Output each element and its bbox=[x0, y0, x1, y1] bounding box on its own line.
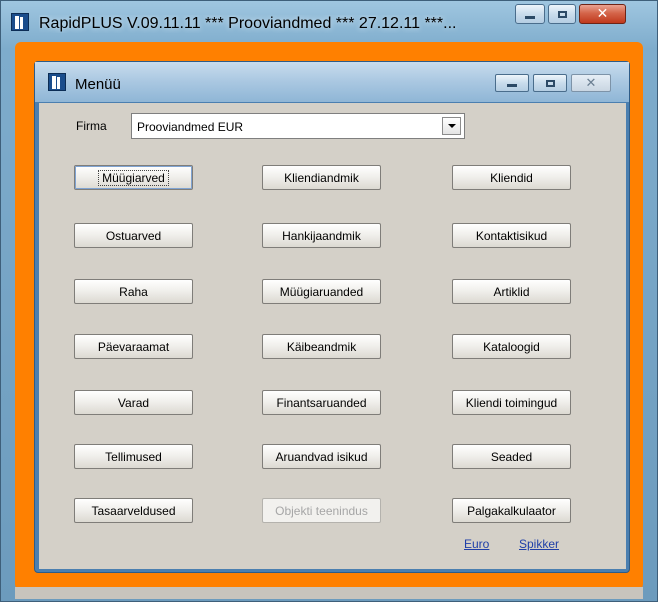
close-button[interactable]: ✕ bbox=[579, 4, 626, 24]
maximize-icon bbox=[557, 10, 567, 18]
maximize-icon bbox=[545, 79, 555, 87]
raha-button[interactable]: Raha bbox=[74, 279, 193, 304]
spikker-link[interactable]: Spikker bbox=[519, 537, 559, 551]
button-label: Müügiarved bbox=[98, 169, 169, 186]
seaded-button[interactable]: Seaded bbox=[452, 444, 571, 469]
firma-label: Firma bbox=[76, 119, 107, 133]
kliendi-toimingud-button[interactable]: Kliendi toimingud bbox=[452, 390, 571, 415]
button-label: Päevaraamat bbox=[97, 339, 170, 354]
menu-title: Menüü bbox=[75, 76, 121, 93]
button-label: Ostuarved bbox=[105, 228, 162, 243]
aruandvad-isikud-button[interactable]: Aruandvad isikud bbox=[262, 444, 381, 469]
artiklid-button[interactable]: Artiklid bbox=[452, 279, 571, 304]
button-label: Varad bbox=[117, 395, 150, 410]
button-label: Tellimused bbox=[105, 449, 162, 464]
button-label: Aruandvad isikud bbox=[275, 449, 368, 464]
muugiaruanded-button[interactable]: Müügiaruanded bbox=[262, 279, 381, 304]
ostuarved-button[interactable]: Ostuarved bbox=[74, 223, 193, 248]
button-label: Kliendi toimingud bbox=[465, 395, 558, 410]
kliendid-button[interactable]: Kliendid bbox=[452, 165, 571, 190]
button-label: Kliendid bbox=[490, 170, 533, 185]
kaibeandmik-button[interactable]: Käibeandmik bbox=[262, 334, 381, 359]
app-window: RapidPLUS V.09.11.11 *** Prooviandmed **… bbox=[0, 0, 658, 602]
close-icon: ✕ bbox=[585, 75, 597, 91]
button-label: Finantsaruanded bbox=[276, 395, 367, 410]
button-label: Kataloogid bbox=[483, 339, 540, 354]
objekti-teenindus-button: Objekti teenindus bbox=[262, 498, 381, 523]
menu-minimize-button[interactable] bbox=[495, 74, 529, 92]
button-label: Raha bbox=[119, 284, 148, 299]
tellimused-button[interactable]: Tellimused bbox=[74, 444, 193, 469]
dropdown-arrow-button[interactable] bbox=[442, 117, 461, 135]
varad-button[interactable]: Varad bbox=[74, 390, 193, 415]
button-label: Hankijaandmik bbox=[282, 228, 361, 243]
button-label: Kontaktisikud bbox=[475, 228, 548, 243]
kliendiandmik-button[interactable]: Kliendiandmik bbox=[262, 165, 381, 190]
button-label: Artiklid bbox=[493, 284, 530, 299]
muugiarved-button[interactable]: Müügiarved bbox=[74, 165, 193, 190]
rapidplus-logo-icon bbox=[48, 73, 66, 91]
status-strip bbox=[15, 587, 643, 599]
chevron-down-icon bbox=[447, 124, 456, 128]
kontaktisikud-button[interactable]: Kontaktisikud bbox=[452, 223, 571, 248]
menu-titlebar[interactable]: Menüü ✕ bbox=[35, 62, 629, 102]
maximize-button[interactable] bbox=[548, 4, 576, 24]
app-title: RapidPLUS V.09.11.11 *** Prooviandmed **… bbox=[39, 15, 457, 32]
menu-maximize-button[interactable] bbox=[533, 74, 567, 92]
button-label: Müügiaruanded bbox=[279, 284, 364, 299]
finantsaruanded-button[interactable]: Finantsaruanded bbox=[262, 390, 381, 415]
tasaarveldused-button[interactable]: Tasaarveldused bbox=[74, 498, 193, 523]
paevaraamat-button[interactable]: Päevaraamat bbox=[74, 334, 193, 359]
menu-window: Menüü ✕ Firma Prooviandmed EUR Müügiarve… bbox=[34, 61, 630, 573]
menu-close-button[interactable]: ✕ bbox=[571, 74, 611, 92]
button-label: Seaded bbox=[490, 449, 533, 464]
rapidplus-logo-icon bbox=[11, 13, 29, 31]
minimize-icon bbox=[507, 84, 517, 87]
app-titlebar[interactable]: RapidPLUS V.09.11.11 *** Prooviandmed **… bbox=[1, 1, 657, 41]
minimize-button[interactable] bbox=[515, 4, 545, 24]
kataloogid-button[interactable]: Kataloogid bbox=[452, 334, 571, 359]
button-label: Objekti teenindus bbox=[275, 503, 368, 518]
hankijaandmik-button[interactable]: Hankijaandmik bbox=[262, 223, 381, 248]
firma-dropdown[interactable]: Prooviandmed EUR bbox=[131, 113, 465, 139]
button-label: Palgakalkulaator bbox=[467, 503, 556, 518]
palgakalkulaator-button[interactable]: Palgakalkulaator bbox=[452, 498, 571, 523]
minimize-icon bbox=[525, 15, 535, 19]
button-label: Tasaarveldused bbox=[91, 503, 176, 518]
euro-link[interactable]: Euro bbox=[464, 537, 489, 551]
menu-content: Firma Prooviandmed EUR Müügiarved Kliend… bbox=[39, 103, 626, 569]
button-label: Kliendiandmik bbox=[284, 170, 359, 185]
button-label: Käibeandmik bbox=[286, 339, 357, 354]
firma-selected-value: Prooviandmed EUR bbox=[137, 120, 244, 134]
close-icon: ✕ bbox=[596, 6, 609, 22]
